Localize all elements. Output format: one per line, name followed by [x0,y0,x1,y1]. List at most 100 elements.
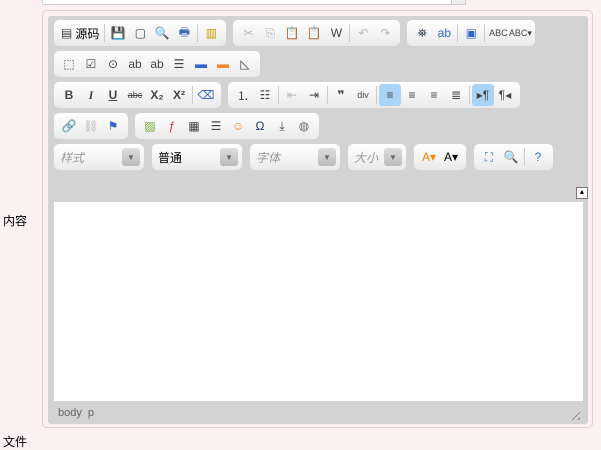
justify-button[interactable]: ≣ [445,84,467,106]
table-button[interactable]: ▦ [183,115,205,137]
toolbar-separator [469,86,470,104]
unlink-button[interactable]: ⛓ [80,115,102,137]
find-button[interactable]: ⛯ [411,22,433,44]
toolbar-group: 🔗 ⛓ ⚑ [54,113,128,139]
bold-icon: B [64,88,74,102]
page-break-button[interactable]: ⤓ [271,115,293,137]
paste-word-button[interactable]: W [325,22,347,44]
textfield-button[interactable]: ab [124,53,146,75]
print-button[interactable]: 🖶 [173,22,195,44]
file-label: 文件 [3,435,28,449]
chevron-down-icon: ▼ [220,148,238,166]
horizontal-rule-icon: ☰ [210,119,222,133]
maximize-icon: ⛶ [484,149,494,164]
blockquote-button[interactable]: ❞ [330,84,352,106]
toolbar-row-4: 🔗 ⛓ ⚑ ▨ ƒ ▦ ☰ ☺ Ω ⤓ ◍ [54,113,319,139]
chevron-down-icon: ▼ [122,148,140,166]
anchor-button[interactable]: ⚑ [102,115,124,137]
outdent-button[interactable]: ⇤ [281,84,303,106]
templates-button[interactable]: ▥ [200,22,222,44]
bulleted-list-icon: ☷ [259,88,271,102]
iframe-button[interactable]: ◍ [293,115,315,137]
special-char-button[interactable]: Ω [249,115,271,137]
preview-button[interactable]: 🔍 [151,22,173,44]
toolbar-group: ▤ 源码 💾 ▢ 🔍 🖶 ▥ [54,20,227,46]
bold-button[interactable]: B [58,84,80,106]
path-item-p[interactable]: p [88,407,94,419]
table-icon: ▦ [188,119,200,133]
select-all-icon: ▣ [465,26,478,40]
toolbar-separator [524,148,525,166]
outdent-icon: ⇤ [286,88,298,102]
hidden-field-icon: ◺ [240,57,250,71]
remove-format-button[interactable]: ⌫ [195,84,217,106]
title-input[interactable] [42,0,452,5]
strike-button[interactable]: abc [124,84,146,106]
save-button[interactable]: 💾 [107,22,129,44]
numbered-list-button[interactable]: ⒈ [232,84,254,106]
resize-handle-icon[interactable] [568,408,580,420]
underline-button[interactable]: U [102,84,124,106]
align-left-button[interactable]: ≡ [379,84,401,106]
smiley-button[interactable]: ☺ [227,115,249,137]
flash-icon: ƒ [168,119,176,133]
rtl-button[interactable]: ¶◂ [494,84,516,106]
copy-button[interactable]: ⎘ [259,22,281,44]
undo-button[interactable]: ↶ [352,22,374,44]
title-input-button[interactable] [451,0,466,5]
radio-button[interactable]: ⊙ [102,53,124,75]
about-button[interactable]: ? [527,146,549,168]
button-button[interactable]: ▬ [190,53,212,75]
align-left-icon: ≡ [386,88,394,102]
maximize-button[interactable]: ⛶ [478,146,500,168]
styles-combo[interactable]: 样式 ▼ [54,144,144,170]
redo-button[interactable]: ↷ [374,22,396,44]
collapse-toolbar-button[interactable]: ▲ [576,187,588,199]
select-button[interactable]: ☰ [168,53,190,75]
ltr-button[interactable]: ▸¶ [472,84,494,106]
image-button-button[interactable]: ▬ [212,53,234,75]
paste-text-button[interactable]: 📋 [303,22,325,44]
align-center-button[interactable]: ≡ [401,84,423,106]
source-button[interactable]: ▤ 源码 [58,22,102,44]
path-item-body[interactable]: body [58,407,82,419]
show-blocks-button[interactable]: 🔍 [500,146,522,168]
bulleted-list-button[interactable]: ☷ [254,84,276,106]
save-icon: 💾 [110,26,126,40]
ltr-icon: ▸¶ [476,88,490,102]
textarea-button[interactable]: ab [146,53,168,75]
toolbar-group: ⛯ ab ▣ ABC ABC▾ [407,20,536,46]
bg-color-button[interactable]: A▾ [440,146,462,168]
spellcheck-button[interactable]: ABC [487,22,509,44]
text-color-button[interactable]: A▾ [418,146,440,168]
paste-button[interactable]: 📋 [281,22,303,44]
rich-text-editor: ▤ 源码 💾 ▢ 🔍 🖶 ▥ ✂ ⎘ 📋 📋 W ↶ ↷ ⛯ ab ▣ ABC ABC▾ ⬚ ☑ ⊙ ab ab ☰ ▬ ▬ ◺ B… [42,10,593,428]
cut-button[interactable]: ✂ [237,22,259,44]
replace-button[interactable]: ab [433,22,455,44]
horizontal-rule-button[interactable]: ☰ [205,115,227,137]
toolbar-row-2: ⬚ ☑ ⊙ ab ab ☰ ▬ ▬ ◺ [54,51,260,77]
form-button[interactable]: ⬚ [58,53,80,75]
select-all-button[interactable]: ▣ [460,22,482,44]
format-combo[interactable]: 普通 ▼ [152,144,242,170]
italic-button[interactable]: I [80,84,102,106]
size-combo-label: 大小 [354,150,379,165]
size-combo[interactable]: 大小 ▼ [348,144,406,170]
editor-content-area[interactable] [54,202,583,401]
flash-button[interactable]: ƒ [161,115,183,137]
superscript-button[interactable]: X² [168,84,190,106]
indent-button[interactable]: ⇥ [303,84,325,106]
hidden-field-button[interactable]: ◺ [234,53,256,75]
align-right-button[interactable]: ≡ [423,84,445,106]
image-button[interactable]: ▨ [139,115,161,137]
font-combo[interactable]: 字体 ▼ [250,144,340,170]
spellcheck-menu-button[interactable]: ABC▾ [509,22,532,44]
toolbar-separator [104,24,106,42]
blockquote-icon: ❞ [337,88,345,102]
subscript-button[interactable]: X₂ [146,84,168,106]
checkbox-button[interactable]: ☑ [80,53,102,75]
button-icon: ▬ [195,57,207,71]
new-page-button[interactable]: ▢ [129,22,151,44]
div-button[interactable]: div [352,84,374,106]
link-button[interactable]: 🔗 [58,115,80,137]
